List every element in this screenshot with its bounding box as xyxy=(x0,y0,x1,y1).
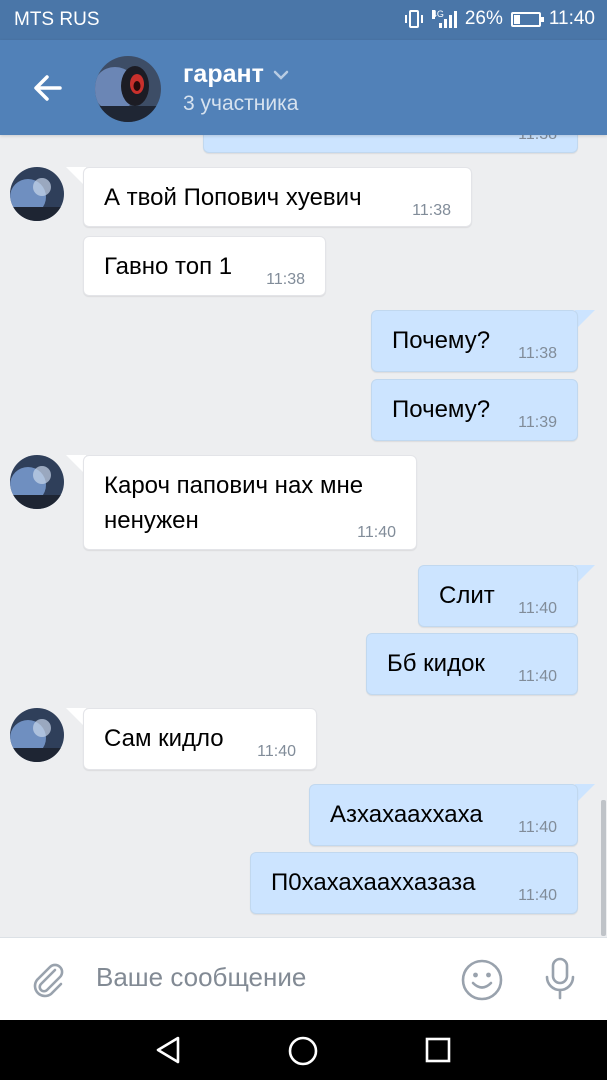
network-type: 4G xyxy=(431,9,444,19)
message-time: 11:38 xyxy=(412,202,451,219)
message-text: Азхахааххаха xyxy=(330,801,483,828)
message-bubble-incoming[interactable]: Гавно топ 1 11:38 xyxy=(83,236,326,296)
paperclip-icon[interactable] xyxy=(30,960,66,998)
sender-avatar[interactable] xyxy=(10,708,64,762)
message-text: Бб кидок xyxy=(387,650,485,677)
message-bubble-incoming[interactable]: Кароч папович нах мне ненужен 11:40 xyxy=(83,455,417,550)
chat-title[interactable]: гарант xyxy=(183,60,290,89)
chat-title-text: гарант xyxy=(183,60,264,88)
message-text: Кароч папович нах мне xyxy=(104,472,364,499)
message-text: Сам кидло xyxy=(104,725,224,752)
nav-home-icon[interactable] xyxy=(286,1034,320,1068)
message-bubble-outgoing[interactable]: Почему? 11:38 xyxy=(371,310,578,372)
nav-back-icon[interactable] xyxy=(152,1034,186,1066)
message-bubble-outgoing[interactable]: П0хахахааххазаза 11:40 xyxy=(250,852,578,914)
message-text: Почему? xyxy=(392,327,491,354)
message-bubble-incoming[interactable]: А твой Попович хуевич 11:38 xyxy=(83,167,472,227)
message-time: 11:40 xyxy=(257,743,296,760)
chat-members-count: 3 участника xyxy=(183,92,299,115)
bubble-tail xyxy=(575,565,595,585)
message-bubble-outgoing[interactable]: Почему? 11:39 xyxy=(371,379,578,441)
message-time: 11:40 xyxy=(518,887,557,904)
chat-avatar[interactable] xyxy=(95,56,161,122)
message-composer: Ваше сообщение xyxy=(0,937,607,1020)
smile-icon[interactable] xyxy=(460,958,504,1002)
status-bar: MTS RUS 4G 26% 11:40 xyxy=(0,0,607,40)
message-time: 11:40 xyxy=(357,524,396,541)
message-time: 11:40 xyxy=(518,600,557,617)
status-icons: 4G 26% 11:40 xyxy=(404,8,595,30)
message-bubble-outgoing[interactable]: 11:38 xyxy=(203,135,578,153)
sender-avatar[interactable] xyxy=(10,455,64,509)
message-time: 11:38 xyxy=(518,135,557,144)
chat-header: гарант 3 участника xyxy=(0,40,607,135)
message-text: Почему? xyxy=(392,396,491,423)
message-text: Слит xyxy=(439,582,495,609)
back-arrow-icon[interactable] xyxy=(30,70,66,106)
battery-icon xyxy=(510,11,544,27)
vibrate-icon xyxy=(404,10,423,28)
sender-avatar[interactable] xyxy=(10,167,64,221)
message-text: Гавно топ 1 xyxy=(104,253,233,280)
clock: 11:40 xyxy=(548,8,595,29)
battery-percent: 26% xyxy=(464,8,503,29)
message-time: 11:39 xyxy=(518,414,557,431)
signal-icon: 4G xyxy=(431,9,457,28)
message-text: П0хахахааххазаза xyxy=(271,869,476,896)
bubble-tail xyxy=(575,784,595,804)
message-bubble-outgoing[interactable]: Бб кидок 11:40 xyxy=(366,633,578,695)
message-time: 11:38 xyxy=(266,271,305,288)
bubble-tail xyxy=(575,310,595,330)
chevron-down-icon[interactable] xyxy=(272,69,290,81)
scrollbar[interactable] xyxy=(601,800,606,936)
message-time: 11:40 xyxy=(518,668,557,685)
message-list[interactable]: 11:38 А твой Попович хуевич 11:38 Гавно … xyxy=(0,135,607,937)
message-time: 11:40 xyxy=(518,819,557,836)
message-bubble-incoming[interactable]: Сам кидло 11:40 xyxy=(83,708,317,770)
message-input[interactable]: Ваше сообщение xyxy=(96,962,306,993)
microphone-icon[interactable] xyxy=(540,956,580,1002)
message-time: 11:38 xyxy=(518,345,557,362)
nav-recent-icon[interactable] xyxy=(424,1036,452,1064)
carrier-name: MTS RUS xyxy=(14,9,100,30)
message-text: А твой Попович хуевич xyxy=(104,184,362,211)
system-nav-bar xyxy=(0,1020,607,1080)
message-bubble-outgoing[interactable]: Слит 11:40 xyxy=(418,565,578,627)
message-text-line2: ненужен xyxy=(104,507,199,534)
message-bubble-outgoing[interactable]: Азхахааххаха 11:40 xyxy=(309,784,578,846)
